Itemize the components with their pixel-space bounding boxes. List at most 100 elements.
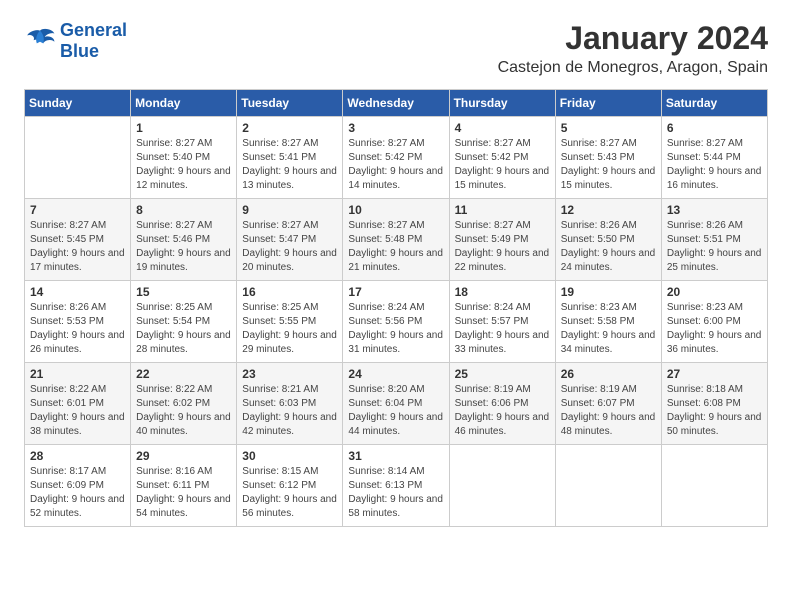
- table-row: 11 Sunrise: 8:27 AMSunset: 5:49 PMDaylig…: [449, 199, 555, 281]
- table-row: 3 Sunrise: 8:27 AMSunset: 5:42 PMDayligh…: [343, 117, 449, 199]
- table-row: 20 Sunrise: 8:23 AMSunset: 6:00 PMDaylig…: [661, 281, 767, 363]
- day-number: 15: [136, 285, 231, 299]
- day-info: Sunrise: 8:24 AMSunset: 5:56 PMDaylight:…: [348, 301, 443, 357]
- day-number: 16: [242, 285, 337, 299]
- col-saturday: Saturday: [661, 90, 767, 117]
- table-row: 9 Sunrise: 8:27 AMSunset: 5:47 PMDayligh…: [237, 199, 343, 281]
- logo-text: General Blue: [60, 20, 127, 62]
- logo: General Blue: [24, 20, 127, 62]
- day-number: 31: [348, 449, 443, 463]
- day-number: 23: [242, 367, 337, 381]
- day-number: 18: [455, 285, 550, 299]
- day-info: Sunrise: 8:27 AMSunset: 5:44 PMDaylight:…: [667, 137, 762, 193]
- day-info: Sunrise: 8:14 AMSunset: 6:13 PMDaylight:…: [348, 465, 443, 521]
- day-info: Sunrise: 8:27 AMSunset: 5:40 PMDaylight:…: [136, 137, 231, 193]
- header-row: Sunday Monday Tuesday Wednesday Thursday…: [25, 90, 768, 117]
- table-row: 6 Sunrise: 8:27 AMSunset: 5:44 PMDayligh…: [661, 117, 767, 199]
- calendar-week-5: 28 Sunrise: 8:17 AMSunset: 6:09 PMDaylig…: [25, 445, 768, 527]
- day-info: Sunrise: 8:27 AMSunset: 5:45 PMDaylight:…: [30, 219, 125, 275]
- day-info: Sunrise: 8:27 AMSunset: 5:47 PMDaylight:…: [242, 219, 337, 275]
- day-info: Sunrise: 8:25 AMSunset: 5:54 PMDaylight:…: [136, 301, 231, 357]
- day-number: 4: [455, 121, 550, 135]
- table-row: 13 Sunrise: 8:26 AMSunset: 5:51 PMDaylig…: [661, 199, 767, 281]
- month-title: January 2024: [498, 20, 768, 57]
- day-info: Sunrise: 8:19 AMSunset: 6:06 PMDaylight:…: [455, 383, 550, 439]
- day-number: 13: [667, 203, 762, 217]
- day-number: 14: [30, 285, 125, 299]
- day-number: 21: [30, 367, 125, 381]
- day-number: 19: [561, 285, 656, 299]
- day-info: Sunrise: 8:22 AMSunset: 6:02 PMDaylight:…: [136, 383, 231, 439]
- day-info: Sunrise: 8:22 AMSunset: 6:01 PMDaylight:…: [30, 383, 125, 439]
- table-row: [555, 445, 661, 527]
- day-number: 22: [136, 367, 231, 381]
- table-row: 19 Sunrise: 8:23 AMSunset: 5:58 PMDaylig…: [555, 281, 661, 363]
- day-number: 11: [455, 203, 550, 217]
- col-monday: Monday: [131, 90, 237, 117]
- col-friday: Friday: [555, 90, 661, 117]
- day-info: Sunrise: 8:27 AMSunset: 5:41 PMDaylight:…: [242, 137, 337, 193]
- day-info: Sunrise: 8:25 AMSunset: 5:55 PMDaylight:…: [242, 301, 337, 357]
- table-row: 27 Sunrise: 8:18 AMSunset: 6:08 PMDaylig…: [661, 363, 767, 445]
- calendar-week-3: 14 Sunrise: 8:26 AMSunset: 5:53 PMDaylig…: [25, 281, 768, 363]
- day-info: Sunrise: 8:23 AMSunset: 5:58 PMDaylight:…: [561, 301, 656, 357]
- day-number: 5: [561, 121, 656, 135]
- title-block: January 2024 Castejon de Monegros, Arago…: [498, 20, 768, 77]
- location-title: Castejon de Monegros, Aragon, Spain: [498, 59, 768, 77]
- table-row: 8 Sunrise: 8:27 AMSunset: 5:46 PMDayligh…: [131, 199, 237, 281]
- calendar-page: General Blue January 2024 Castejon de Mo…: [0, 0, 792, 612]
- day-number: 17: [348, 285, 443, 299]
- day-number: 9: [242, 203, 337, 217]
- col-sunday: Sunday: [25, 90, 131, 117]
- day-number: 26: [561, 367, 656, 381]
- table-row: [25, 117, 131, 199]
- table-row: 29 Sunrise: 8:16 AMSunset: 6:11 PMDaylig…: [131, 445, 237, 527]
- table-row: 24 Sunrise: 8:20 AMSunset: 6:04 PMDaylig…: [343, 363, 449, 445]
- day-number: 12: [561, 203, 656, 217]
- calendar-week-4: 21 Sunrise: 8:22 AMSunset: 6:01 PMDaylig…: [25, 363, 768, 445]
- logo-bird-icon: [24, 27, 56, 55]
- day-info: Sunrise: 8:15 AMSunset: 6:12 PMDaylight:…: [242, 465, 337, 521]
- table-row: 28 Sunrise: 8:17 AMSunset: 6:09 PMDaylig…: [25, 445, 131, 527]
- day-number: 8: [136, 203, 231, 217]
- table-row: 31 Sunrise: 8:14 AMSunset: 6:13 PMDaylig…: [343, 445, 449, 527]
- day-info: Sunrise: 8:27 AMSunset: 5:49 PMDaylight:…: [455, 219, 550, 275]
- day-number: 25: [455, 367, 550, 381]
- table-row: 5 Sunrise: 8:27 AMSunset: 5:43 PMDayligh…: [555, 117, 661, 199]
- table-row: 26 Sunrise: 8:19 AMSunset: 6:07 PMDaylig…: [555, 363, 661, 445]
- table-row: 30 Sunrise: 8:15 AMSunset: 6:12 PMDaylig…: [237, 445, 343, 527]
- day-info: Sunrise: 8:26 AMSunset: 5:53 PMDaylight:…: [30, 301, 125, 357]
- table-row: 4 Sunrise: 8:27 AMSunset: 5:42 PMDayligh…: [449, 117, 555, 199]
- day-info: Sunrise: 8:18 AMSunset: 6:08 PMDaylight:…: [667, 383, 762, 439]
- table-row: 14 Sunrise: 8:26 AMSunset: 5:53 PMDaylig…: [25, 281, 131, 363]
- day-info: Sunrise: 8:16 AMSunset: 6:11 PMDaylight:…: [136, 465, 231, 521]
- table-row: 25 Sunrise: 8:19 AMSunset: 6:06 PMDaylig…: [449, 363, 555, 445]
- table-row: 12 Sunrise: 8:26 AMSunset: 5:50 PMDaylig…: [555, 199, 661, 281]
- table-row: 2 Sunrise: 8:27 AMSunset: 5:41 PMDayligh…: [237, 117, 343, 199]
- table-row: 10 Sunrise: 8:27 AMSunset: 5:48 PMDaylig…: [343, 199, 449, 281]
- day-info: Sunrise: 8:27 AMSunset: 5:42 PMDaylight:…: [348, 137, 443, 193]
- day-number: 27: [667, 367, 762, 381]
- col-wednesday: Wednesday: [343, 90, 449, 117]
- table-row: [449, 445, 555, 527]
- day-info: Sunrise: 8:23 AMSunset: 6:00 PMDaylight:…: [667, 301, 762, 357]
- day-info: Sunrise: 8:27 AMSunset: 5:48 PMDaylight:…: [348, 219, 443, 275]
- col-tuesday: Tuesday: [237, 90, 343, 117]
- table-row: 21 Sunrise: 8:22 AMSunset: 6:01 PMDaylig…: [25, 363, 131, 445]
- day-number: 29: [136, 449, 231, 463]
- day-number: 28: [30, 449, 125, 463]
- day-info: Sunrise: 8:19 AMSunset: 6:07 PMDaylight:…: [561, 383, 656, 439]
- table-row: 17 Sunrise: 8:24 AMSunset: 5:56 PMDaylig…: [343, 281, 449, 363]
- table-row: 22 Sunrise: 8:22 AMSunset: 6:02 PMDaylig…: [131, 363, 237, 445]
- table-row: 18 Sunrise: 8:24 AMSunset: 5:57 PMDaylig…: [449, 281, 555, 363]
- day-info: Sunrise: 8:20 AMSunset: 6:04 PMDaylight:…: [348, 383, 443, 439]
- table-row: 1 Sunrise: 8:27 AMSunset: 5:40 PMDayligh…: [131, 117, 237, 199]
- day-number: 10: [348, 203, 443, 217]
- day-number: 20: [667, 285, 762, 299]
- table-row: 15 Sunrise: 8:25 AMSunset: 5:54 PMDaylig…: [131, 281, 237, 363]
- day-info: Sunrise: 8:26 AMSunset: 5:51 PMDaylight:…: [667, 219, 762, 275]
- table-row: 23 Sunrise: 8:21 AMSunset: 6:03 PMDaylig…: [237, 363, 343, 445]
- day-number: 1: [136, 121, 231, 135]
- day-info: Sunrise: 8:24 AMSunset: 5:57 PMDaylight:…: [455, 301, 550, 357]
- day-info: Sunrise: 8:21 AMSunset: 6:03 PMDaylight:…: [242, 383, 337, 439]
